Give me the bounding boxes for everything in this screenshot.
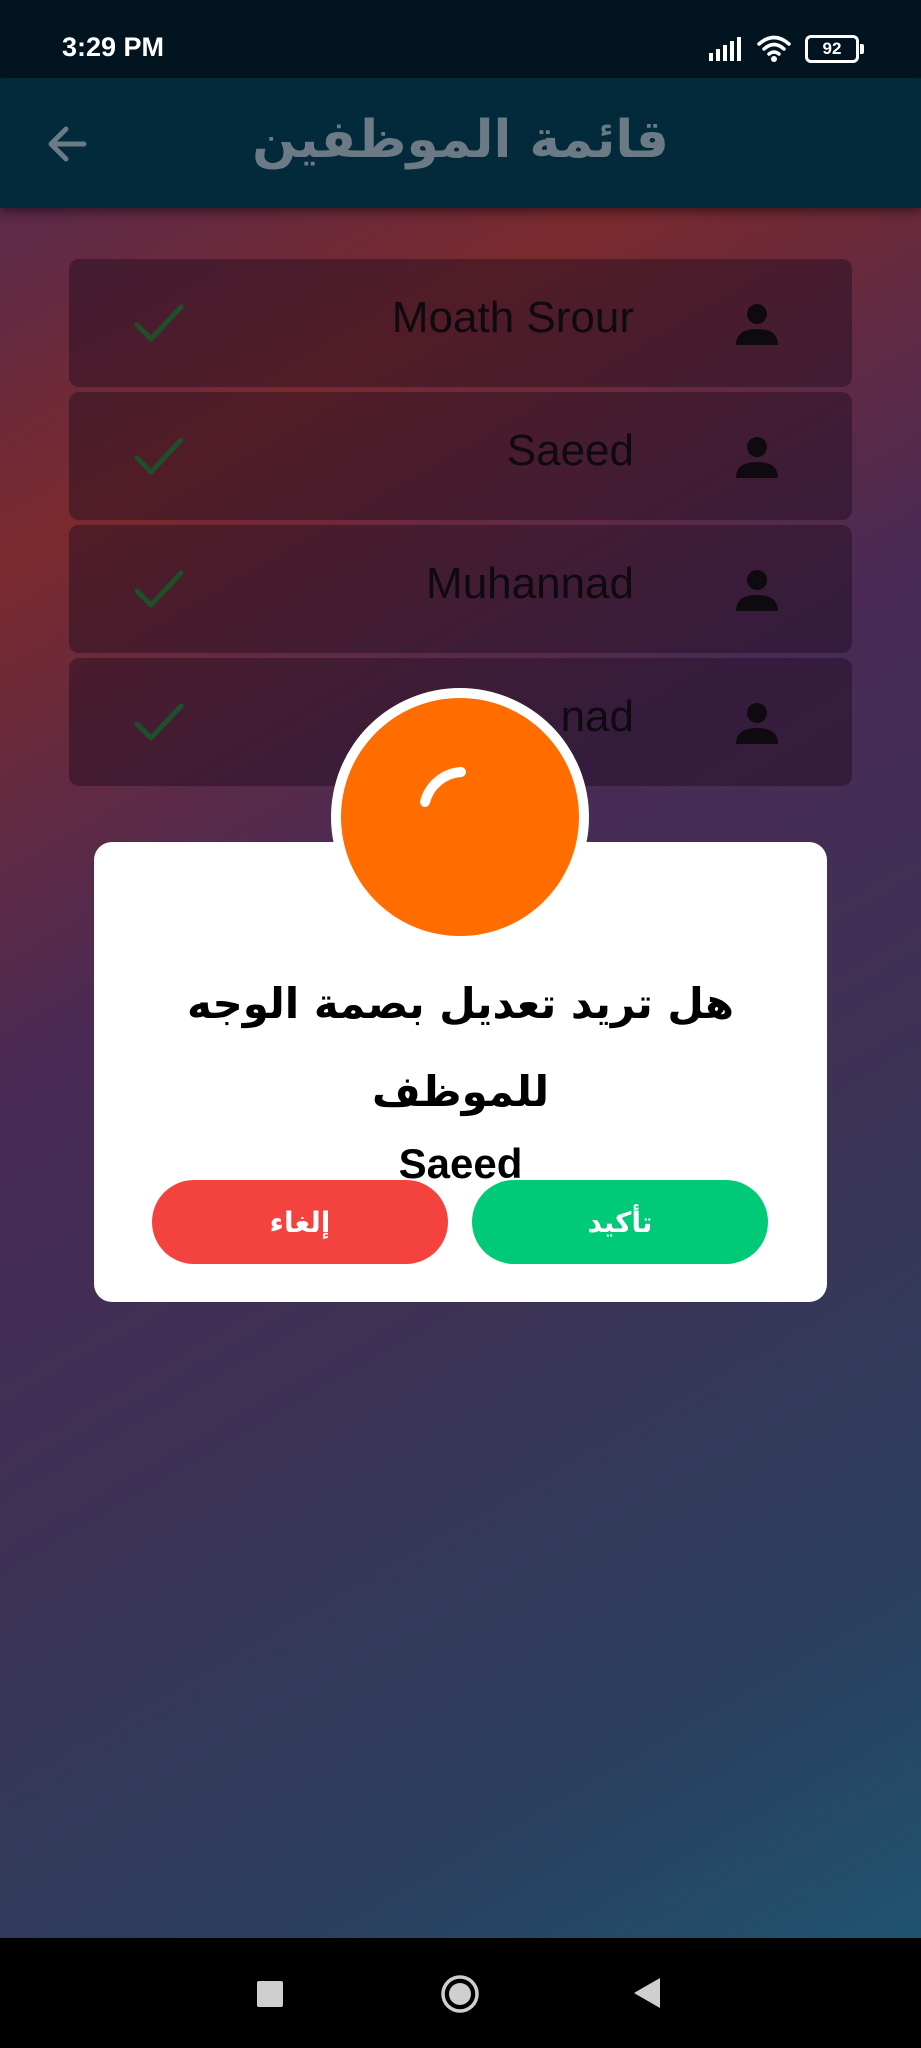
signal-icon [709, 37, 741, 61]
list-item[interactable]: Moath Srour [69, 259, 852, 387]
person-icon [736, 304, 778, 345]
status-icons: 92 [709, 34, 864, 64]
employee-name: Moath Srour [391, 293, 634, 342]
home-icon[interactable] [440, 1974, 480, 2014]
dialog-message-line: هل تريد تعديل بصمة الوجه للموظف [186, 979, 735, 1116]
page-title: قائمة الموظفين [252, 110, 669, 170]
back-triangle-icon[interactable] [632, 1976, 662, 2010]
person-icon [736, 703, 778, 744]
dialog-message: هل تريد تعديل بصمة الوجه للموظف Saeed [114, 960, 807, 1192]
person-icon [736, 570, 778, 611]
employee-name: Saeed [506, 426, 634, 475]
status-time: 3:29 PM [62, 32, 165, 62]
system-nav-bar [0, 1938, 921, 2048]
recents-icon[interactable] [257, 1981, 283, 2007]
status-bar: 3:29 PM 92 [0, 0, 921, 78]
list-item[interactable]: Saeed [69, 392, 852, 520]
list-item[interactable]: Muhannad [69, 525, 852, 653]
check-icon [134, 570, 184, 608]
confirm-button[interactable]: تأكيد [472, 1180, 768, 1264]
wifi-icon [757, 35, 791, 62]
cancel-button[interactable]: إلغاء [152, 1180, 448, 1264]
employee-name: Muhannad [426, 559, 634, 608]
battery-icon: 92 [805, 35, 864, 63]
dialog-badge [331, 688, 589, 946]
check-icon [134, 703, 184, 741]
check-icon [134, 437, 184, 475]
check-icon [134, 304, 184, 342]
app-bar: قائمة الموظفين [0, 78, 921, 208]
person-icon [736, 437, 778, 478]
dialog-badge-circle [341, 698, 579, 936]
battery-level: 92 [822, 39, 842, 58]
loading-spinner-icon [420, 767, 466, 807]
